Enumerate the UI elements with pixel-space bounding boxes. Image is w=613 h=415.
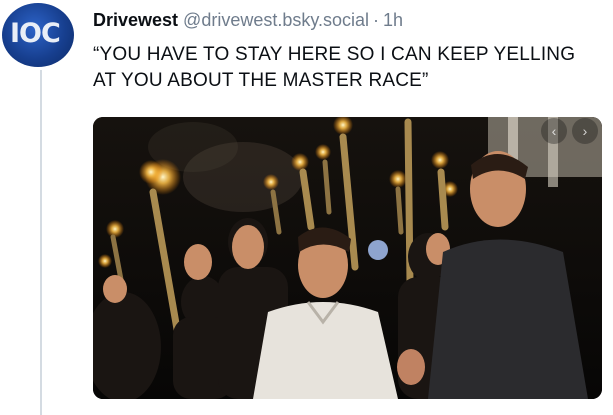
media-next-button[interactable]: › (572, 118, 598, 144)
author-avatar[interactable]: IOC (2, 3, 74, 67)
post-text: “YOU HAVE TO STAY HERE SO I CAN KEEP YEL… (93, 44, 576, 91)
post-timestamp[interactable]: 1h (383, 10, 403, 30)
avatar-logo: IOC (10, 18, 61, 49)
post-image[interactable] (93, 117, 602, 399)
author-display-name[interactable]: Drivewest (93, 10, 178, 30)
post-header: Drivewest @drivewest.bsky.social · 1h (93, 8, 403, 32)
thread-line (40, 70, 42, 415)
separator-dot: · (373, 10, 380, 30)
photo-crowd-torches (93, 117, 602, 399)
author-handle[interactable]: @drivewest.bsky.social (183, 10, 369, 30)
media-prev-button[interactable]: ‹ (541, 118, 567, 144)
